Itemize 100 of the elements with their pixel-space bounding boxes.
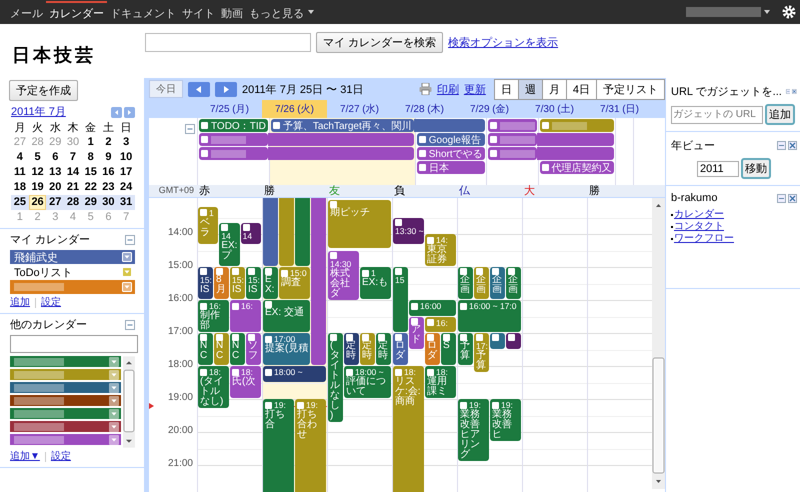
date-cell[interactable]: 10 (117, 150, 135, 165)
week-row[interactable]: 4 5 6 7 8 9 10 (11, 150, 135, 165)
top-nav-link[interactable]: ドキュメント (107, 0, 179, 24)
event[interactable]: 定時 (376, 333, 391, 366)
event[interactable]: 18: (タイトルなし) (198, 366, 229, 408)
date-cell[interactable]: 28 (64, 195, 82, 210)
add-calendar-field[interactable] (10, 335, 138, 353)
calendar-item[interactable] (10, 356, 122, 367)
date-cell[interactable]: 13 (46, 165, 64, 180)
event[interactable]: NC (230, 333, 245, 366)
event[interactable]: 15: IS (198, 267, 213, 300)
search-field[interactable] (145, 33, 311, 52)
event[interactable]: EX: 交通 (263, 300, 310, 332)
gadget-url-field[interactable]: ガジェットの URL (671, 106, 763, 124)
print-link[interactable]: 印刷 (436, 82, 459, 96)
date-cell[interactable]: 25 (11, 195, 29, 210)
gadget-link[interactable]: カレンダー (674, 209, 724, 221)
day-header[interactable]: 7/31 (日) (587, 100, 652, 118)
date-cell[interactable]: 30 (100, 195, 118, 210)
week-row[interactable]: 25 26 27 28 29 30 31 (11, 195, 135, 210)
scrollbar[interactable] (652, 198, 665, 489)
date-cell[interactable]: 7 (64, 150, 82, 165)
day-header[interactable]: 7/25 (月) (197, 100, 262, 118)
view-tab[interactable]: 日 (494, 78, 519, 100)
minimize-icon[interactable] (786, 87, 790, 96)
top-nav-link[interactable]: メール (7, 0, 46, 24)
date-cell[interactable]: 19 (28, 180, 46, 195)
date-cell[interactable]: 17 (117, 165, 135, 180)
week-row[interactable]: 27 28 29 30 1 2 3 (11, 135, 135, 150)
calendar-item[interactable] (10, 421, 122, 432)
day-header[interactable]: 7/29 (金) (457, 100, 522, 118)
date-cell[interactable]: 4 (11, 150, 29, 165)
date-cell[interactable]: 1 (82, 135, 100, 150)
date-cell[interactable]: 16 (100, 165, 118, 180)
all-day-event[interactable] (488, 119, 537, 132)
all-day-event[interactable] (199, 147, 268, 160)
all-day-event[interactable]: 予算、TachTarget再々、関川 (270, 119, 414, 132)
event[interactable]: 16:00 (409, 300, 456, 316)
event[interactable]: 18: 運用課ミ (425, 366, 456, 398)
top-nav-link[interactable]: もっと見る (246, 0, 307, 24)
event[interactable]: 19: 業務改善ヒ (490, 399, 521, 442)
event[interactable]: (タイトルなし) (328, 333, 343, 422)
event[interactable]: NC (198, 333, 213, 366)
event[interactable]: 16:00 ~ 17:0 (458, 300, 521, 332)
collapse-icon[interactable] (185, 124, 195, 134)
event[interactable] (506, 333, 521, 349)
event[interactable]: 18:00 ~ 評価について (344, 366, 391, 398)
printer-icon[interactable] (418, 83, 432, 95)
sidebar-link[interactable]: 設定 (41, 297, 61, 309)
date-cell[interactable]: 14 (64, 165, 82, 180)
date-cell[interactable]: 11 (11, 165, 29, 180)
settings-icon[interactable] (782, 5, 796, 19)
event[interactable]: 定時 (344, 333, 359, 366)
all-day-event[interactable] (199, 133, 268, 146)
event[interactable] (490, 333, 505, 349)
scrollbar[interactable] (123, 356, 135, 448)
all-day-event[interactable]: 代理店契約又 (540, 161, 614, 174)
date-cell[interactable]: 29 (82, 195, 100, 210)
date-cell[interactable]: 31 (117, 195, 135, 210)
date-cell[interactable]: 22 (82, 180, 100, 195)
date-cell[interactable]: 6 (46, 150, 64, 165)
view-tab[interactable]: 月 (542, 78, 567, 100)
date-cell[interactable]: 2 (100, 135, 118, 150)
calendar-item[interactable] (10, 280, 135, 294)
next-icon[interactable] (215, 82, 237, 96)
view-tab[interactable]: 4日 (566, 78, 597, 100)
day-header[interactable]: 7/30 (土) (522, 100, 587, 118)
add-button[interactable]: 追加 (765, 104, 795, 125)
event[interactable]: 19: 業務改善ヒアリング (458, 399, 489, 462)
calendar-item[interactable]: 飛鋪武史 (10, 250, 135, 264)
day-header[interactable]: 7/27 (水) (327, 100, 392, 118)
collapse-icon[interactable] (125, 320, 135, 330)
close-icon[interactable] (788, 141, 797, 150)
date-cell[interactable]: 9 (100, 150, 118, 165)
event[interactable]: アド (409, 316, 424, 349)
event[interactable]: 15: IS (246, 267, 261, 300)
minimize-icon[interactable] (777, 194, 786, 202)
date-cell[interactable]: 27 (46, 195, 64, 210)
search-options-link[interactable]: 検索オプションを表示 (448, 35, 558, 50)
date-cell[interactable]: 12 (28, 165, 46, 180)
day-header[interactable]: 7/26 (火) (262, 100, 327, 118)
view-tab[interactable]: 週 (518, 78, 543, 100)
event[interactable]: 18:00 ~ (263, 366, 326, 382)
event[interactable]: 1 EX:も (360, 267, 391, 300)
event[interactable]: EX: (263, 267, 278, 300)
minimize-icon[interactable] (777, 141, 786, 150)
all-day-event[interactable]: TODO：TID (199, 119, 268, 132)
date-cell[interactable]: 15 (82, 165, 100, 180)
all-day-event[interactable] (488, 147, 537, 160)
top-nav-link[interactable]: サイト (179, 0, 218, 24)
event[interactable]: 15 (393, 267, 408, 332)
date-cell[interactable]: 8 (82, 150, 100, 165)
dropdown-icon[interactable] (109, 356, 120, 366)
refresh-link[interactable]: 更新 (464, 82, 486, 96)
top-nav-link[interactable]: 動画 (218, 0, 246, 24)
sidebar-link[interactable]: 追加 (10, 297, 30, 309)
previous-icon[interactable] (188, 82, 210, 96)
dropdown-icon[interactable] (109, 396, 120, 406)
date-cell[interactable]: 3 (117, 135, 135, 150)
all-day-event[interactable]: Google報告 (416, 133, 485, 146)
